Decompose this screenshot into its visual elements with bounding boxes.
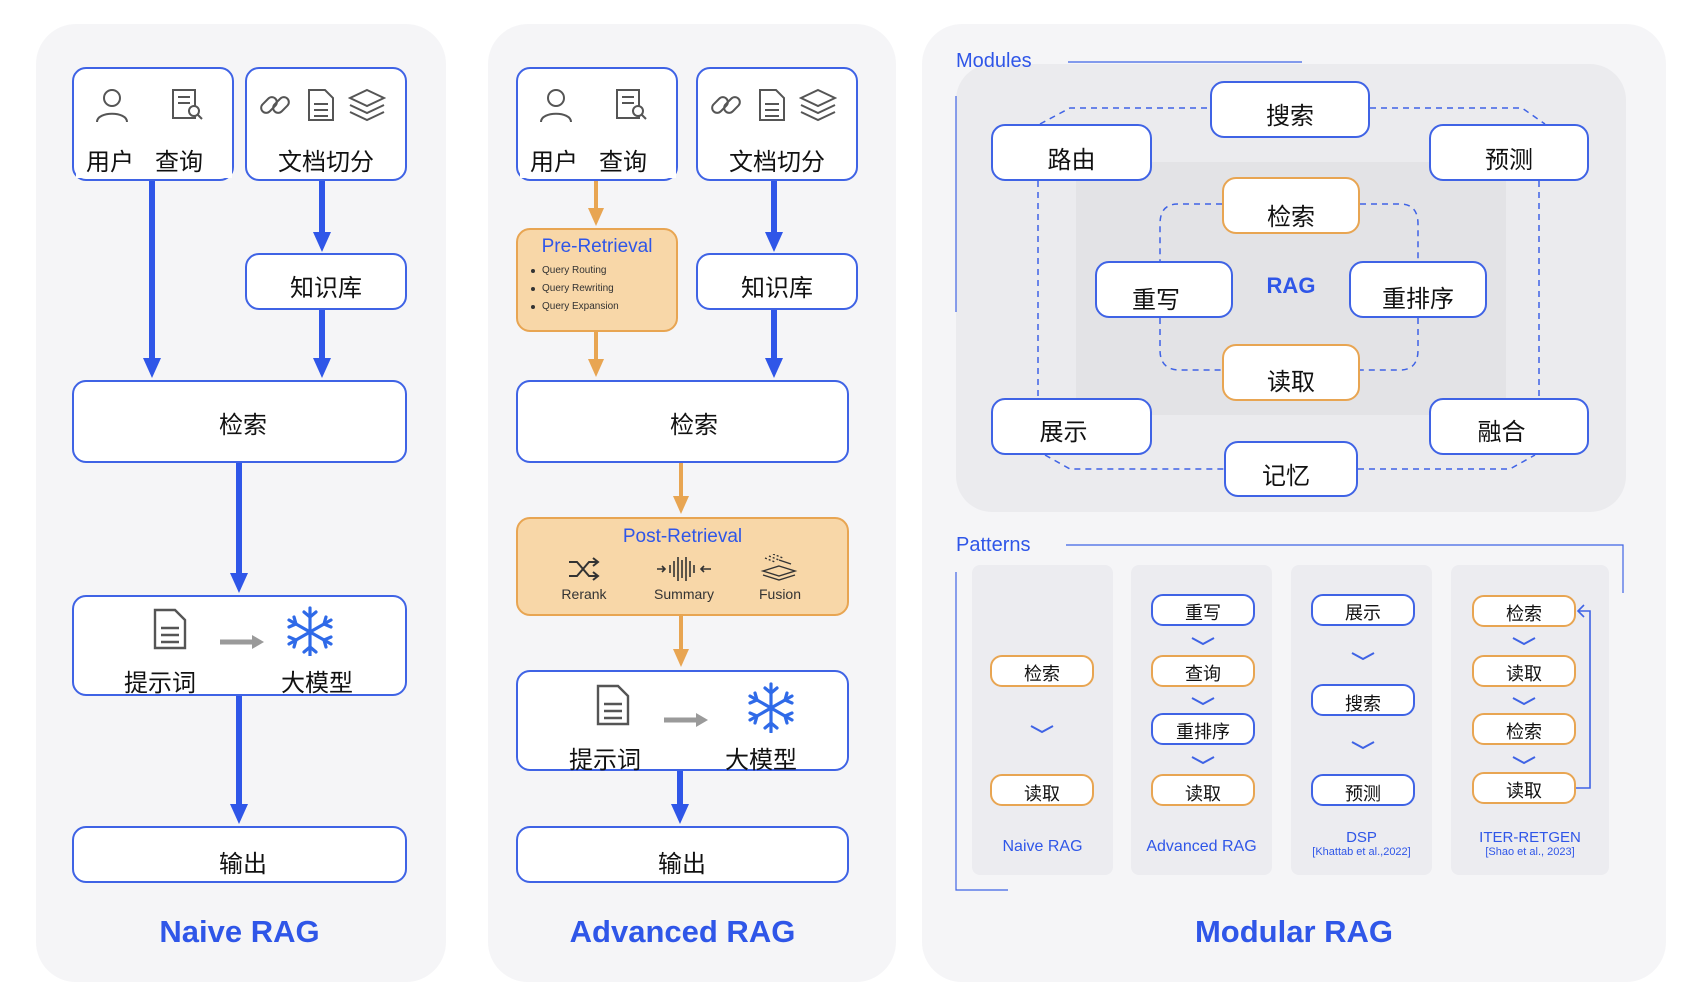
post-item-fusion: Fusion xyxy=(758,586,802,602)
pattern-adv-step-3-label: 重排序 xyxy=(1176,722,1230,743)
prompt-label: 提示词 xyxy=(124,669,196,697)
llm-label: 大模型 xyxy=(281,669,353,697)
pattern-adv-step-1-label: 重写 xyxy=(1185,603,1221,624)
shuffle-icon xyxy=(569,557,600,581)
post-item-summary: Summary xyxy=(654,586,714,602)
modular-rag-title: Modular RAG xyxy=(1194,914,1394,949)
adv-query-label: 查询 xyxy=(599,148,647,176)
document-icon xyxy=(759,89,785,121)
pattern-naive-col xyxy=(972,565,1113,875)
post-retrieval-title: Post-Retrieval xyxy=(622,526,743,547)
query-label: 查询 xyxy=(155,148,203,176)
pattern-naive-step-2-label: 读取 xyxy=(1024,784,1060,805)
user-icon xyxy=(96,89,128,123)
patterns-label: Patterns xyxy=(956,534,1031,556)
layers-icon xyxy=(348,88,386,122)
pattern-dsp-name: DSP xyxy=(1346,829,1377,846)
naive-rag-title: Naive RAG xyxy=(159,914,320,949)
adv-docs-label: 文档切分 xyxy=(729,148,825,176)
pre-item-rewriting: Query Rewriting xyxy=(542,283,614,294)
adv-llm-label: 大模型 xyxy=(725,746,797,774)
prompt-doc-icon xyxy=(596,684,630,726)
module-route-label: 路由 xyxy=(1047,146,1096,174)
modules-label: Modules xyxy=(956,50,1032,72)
query-doc-icon xyxy=(616,89,647,120)
docs-label: 文档切分 xyxy=(278,148,374,176)
pattern-iter-step-4-label: 读取 xyxy=(1506,781,1542,802)
pattern-dsp-step-2-label: 搜索 xyxy=(1345,694,1381,715)
query-doc-icon xyxy=(172,89,203,120)
snowflake-icon xyxy=(748,682,794,734)
pattern-iter-step-1-label: 检索 xyxy=(1506,604,1542,625)
pattern-dsp-step-1-label: 展示 xyxy=(1345,603,1381,624)
adv-output-label: 输出 xyxy=(658,850,706,878)
pattern-adv-step-2-label: 查询 xyxy=(1185,664,1221,685)
pre-item-routing: Query Routing xyxy=(542,265,607,276)
layers-icon xyxy=(799,88,837,122)
pattern-dsp-cite: [Khattab et al.,2022] xyxy=(1312,846,1411,858)
adv-prompt-label: 提示词 xyxy=(569,746,641,774)
module-fusion-label: 融合 xyxy=(1477,418,1526,446)
pattern-dsp-step-3-label: 预测 xyxy=(1345,784,1381,805)
module-rewrite-label: 重写 xyxy=(1132,286,1180,314)
pattern-iter-cite: [Shao et al., 2023] xyxy=(1485,846,1575,858)
post-item-rerank: Rerank xyxy=(561,586,607,602)
arrow-right-icon xyxy=(664,713,708,727)
module-memory-label: 记忆 xyxy=(1262,462,1310,490)
advanced-rag-title: Advanced RAG xyxy=(569,914,796,949)
module-retrieve-label: 检索 xyxy=(1267,203,1315,231)
pattern-iter-name: ITER-RETGEN xyxy=(1479,829,1581,846)
fusion-stack-icon xyxy=(760,554,798,581)
output-label: 输出 xyxy=(219,850,267,878)
pattern-naive-name: Naive RAG xyxy=(1002,838,1083,855)
module-predict-label: 预测 xyxy=(1485,146,1533,174)
pattern-adv-step-4-label: 读取 xyxy=(1185,784,1221,805)
retrieve-label: 检索 xyxy=(219,411,267,439)
center-rag-label: RAG xyxy=(1266,273,1316,298)
link-icon xyxy=(711,96,741,114)
knowledge-base-label: 知识库 xyxy=(290,274,362,302)
snowflake-icon xyxy=(287,606,333,658)
pattern-iter-step-3-label: 检索 xyxy=(1506,722,1542,743)
adv-knowledge-base-label: 知识库 xyxy=(741,274,813,302)
adv-user-label: 用户 xyxy=(530,148,578,176)
link-icon xyxy=(260,96,290,114)
arrow-right-icon xyxy=(220,635,264,649)
module-rerank-label: 重排序 xyxy=(1382,285,1454,313)
pattern-iter-step-2-label: 读取 xyxy=(1506,664,1542,685)
user-label: 用户 xyxy=(86,148,134,176)
prompt-doc-icon xyxy=(153,608,187,650)
pre-item-expansion: Query Expansion xyxy=(542,301,619,312)
pattern-naive-step-1-label: 检索 xyxy=(1024,664,1060,685)
module-demonstrate-label: 展示 xyxy=(1039,418,1088,446)
adv-retrieve-label: 检索 xyxy=(670,411,718,439)
pattern-adv-name: Advanced RAG xyxy=(1146,838,1257,855)
module-read-label: 读取 xyxy=(1267,368,1315,396)
user-icon xyxy=(540,89,572,123)
summary-wave-icon xyxy=(657,557,711,581)
pre-retrieval-title: Pre-Retrieval xyxy=(541,236,653,257)
document-icon xyxy=(308,89,334,121)
module-search-label: 搜索 xyxy=(1266,102,1314,130)
